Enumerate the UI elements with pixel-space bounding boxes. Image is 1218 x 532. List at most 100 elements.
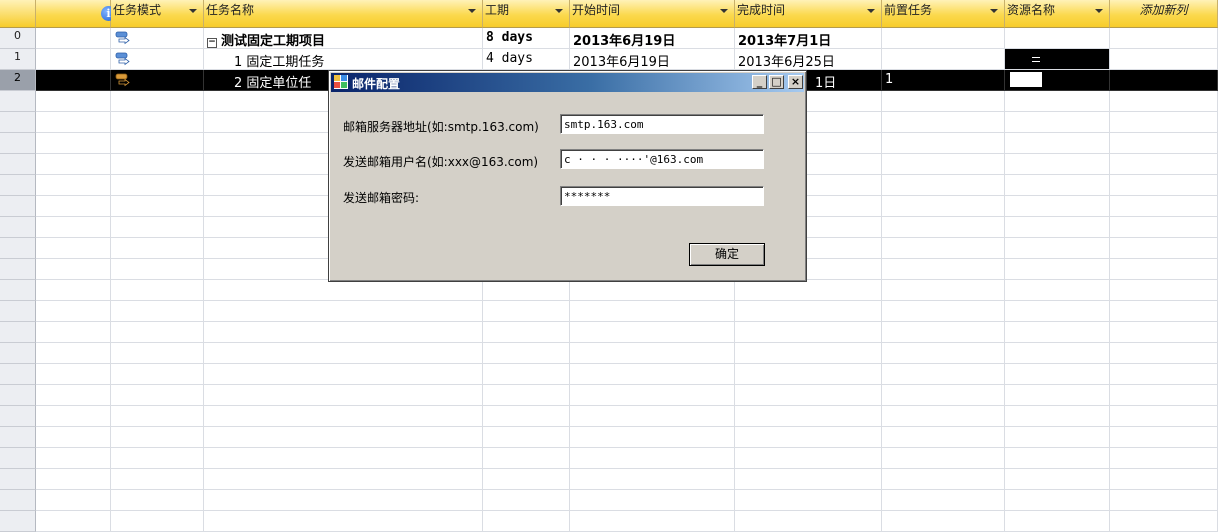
empty-cell[interactable] xyxy=(1005,343,1110,364)
empty-cell[interactable] xyxy=(882,301,1005,322)
empty-cell[interactable] xyxy=(1005,490,1110,511)
predecessors-cell[interactable] xyxy=(882,49,1005,70)
task-mode-cell[interactable] xyxy=(111,70,204,91)
empty-cell[interactable] xyxy=(483,511,570,532)
empty-cell[interactable] xyxy=(36,343,111,364)
dropdown-arrow-icon[interactable] xyxy=(555,9,563,13)
empty-cell[interactable] xyxy=(1110,343,1218,364)
col-header-indicators[interactable]: i xyxy=(36,0,116,28)
empty-cell[interactable] xyxy=(570,469,735,490)
empty-cell[interactable] xyxy=(1110,259,1218,280)
row-header[interactable] xyxy=(0,280,36,301)
empty-cell[interactable] xyxy=(1110,511,1218,532)
empty-cell[interactable] xyxy=(483,301,570,322)
empty-cell[interactable] xyxy=(36,175,111,196)
minimize-icon[interactable]: _ xyxy=(752,75,767,89)
empty-cell[interactable] xyxy=(882,385,1005,406)
empty-cell[interactable] xyxy=(1005,385,1110,406)
empty-cell[interactable] xyxy=(1005,175,1110,196)
col-header-start[interactable]: 开始时间 xyxy=(570,0,735,28)
empty-cell[interactable] xyxy=(111,427,204,448)
dropdown-arrow-icon[interactable] xyxy=(990,9,998,13)
empty-cell[interactable] xyxy=(111,280,204,301)
empty-cell[interactable] xyxy=(735,280,882,301)
empty-cell[interactable] xyxy=(204,343,483,364)
empty-cell[interactable] xyxy=(1005,406,1110,427)
resource-cell[interactable] xyxy=(1005,49,1110,70)
select-all-corner[interactable] xyxy=(0,0,36,28)
empty-cell[interactable] xyxy=(882,343,1005,364)
row-header[interactable] xyxy=(0,469,36,490)
empty-cell[interactable] xyxy=(111,448,204,469)
empty-cell[interactable] xyxy=(882,133,1005,154)
row-header[interactable] xyxy=(0,511,36,532)
table-row-0[interactable] xyxy=(36,28,111,49)
empty-cell[interactable] xyxy=(111,175,204,196)
empty-cell[interactable] xyxy=(570,322,735,343)
empty-cell[interactable] xyxy=(483,343,570,364)
empty-cell[interactable] xyxy=(483,322,570,343)
row-header[interactable] xyxy=(0,259,36,280)
row-header[interactable] xyxy=(0,91,36,112)
row-header[interactable] xyxy=(0,175,36,196)
empty-cell[interactable] xyxy=(1110,217,1218,238)
empty-cell[interactable] xyxy=(204,280,483,301)
start-cell[interactable]: 2013年6月19日 xyxy=(570,49,735,70)
empty-cell[interactable] xyxy=(882,364,1005,385)
empty-cell[interactable] xyxy=(735,385,882,406)
empty-cell[interactable] xyxy=(882,196,1005,217)
row-header[interactable] xyxy=(0,343,36,364)
empty-cell[interactable] xyxy=(111,196,204,217)
start-cell[interactable]: 2013年6月19日 xyxy=(570,28,735,49)
resource-cell[interactable] xyxy=(1005,70,1110,91)
empty-cell[interactable] xyxy=(36,133,111,154)
row-header[interactable] xyxy=(0,238,36,259)
empty-cell[interactable] xyxy=(483,469,570,490)
duration-cell[interactable]: 4 days xyxy=(483,49,570,70)
empty-cell[interactable] xyxy=(36,217,111,238)
empty-cell[interactable] xyxy=(1110,112,1218,133)
empty-cell[interactable] xyxy=(882,217,1005,238)
row-header[interactable] xyxy=(0,154,36,175)
empty-cell[interactable] xyxy=(1110,406,1218,427)
empty-cell[interactable] xyxy=(1005,154,1110,175)
empty-cell[interactable] xyxy=(570,406,735,427)
empty-cell[interactable] xyxy=(1110,385,1218,406)
empty-cell[interactable] xyxy=(1005,469,1110,490)
empty-cell[interactable] xyxy=(483,406,570,427)
empty-cell[interactable] xyxy=(1005,133,1110,154)
empty-cell[interactable] xyxy=(36,406,111,427)
row-header[interactable] xyxy=(0,406,36,427)
empty-cell[interactable] xyxy=(1110,469,1218,490)
empty-cell[interactable] xyxy=(1005,112,1110,133)
row-header[interactable] xyxy=(0,217,36,238)
empty-cell[interactable] xyxy=(735,343,882,364)
empty-cell[interactable] xyxy=(882,469,1005,490)
empty-cell[interactable] xyxy=(1005,427,1110,448)
empty-cell[interactable] xyxy=(36,448,111,469)
empty-cell[interactable] xyxy=(111,301,204,322)
empty-cell[interactable] xyxy=(1110,427,1218,448)
row-header[interactable] xyxy=(0,322,36,343)
empty-cell[interactable] xyxy=(111,343,204,364)
empty-cell[interactable] xyxy=(1005,511,1110,532)
empty-cell[interactable] xyxy=(36,511,111,532)
maximize-icon[interactable]: □ xyxy=(769,75,784,89)
empty-cell[interactable] xyxy=(1005,259,1110,280)
empty-cell[interactable] xyxy=(111,133,204,154)
empty-cell[interactable] xyxy=(204,469,483,490)
predecessors-cell[interactable]: 1 xyxy=(882,70,1005,91)
empty-cell[interactable] xyxy=(882,238,1005,259)
empty-cell[interactable] xyxy=(1110,196,1218,217)
empty-cell[interactable] xyxy=(570,427,735,448)
empty-cell[interactable] xyxy=(483,385,570,406)
empty-cell[interactable] xyxy=(1110,448,1218,469)
resource-cell[interactable] xyxy=(1005,28,1110,49)
empty-cell[interactable] xyxy=(36,469,111,490)
empty-cell[interactable] xyxy=(36,280,111,301)
empty-cell[interactable] xyxy=(111,154,204,175)
empty-cell[interactable] xyxy=(1110,301,1218,322)
username-input[interactable] xyxy=(560,149,764,169)
empty-cell[interactable] xyxy=(1005,364,1110,385)
collapse-toggle-icon[interactable]: − xyxy=(207,38,217,48)
